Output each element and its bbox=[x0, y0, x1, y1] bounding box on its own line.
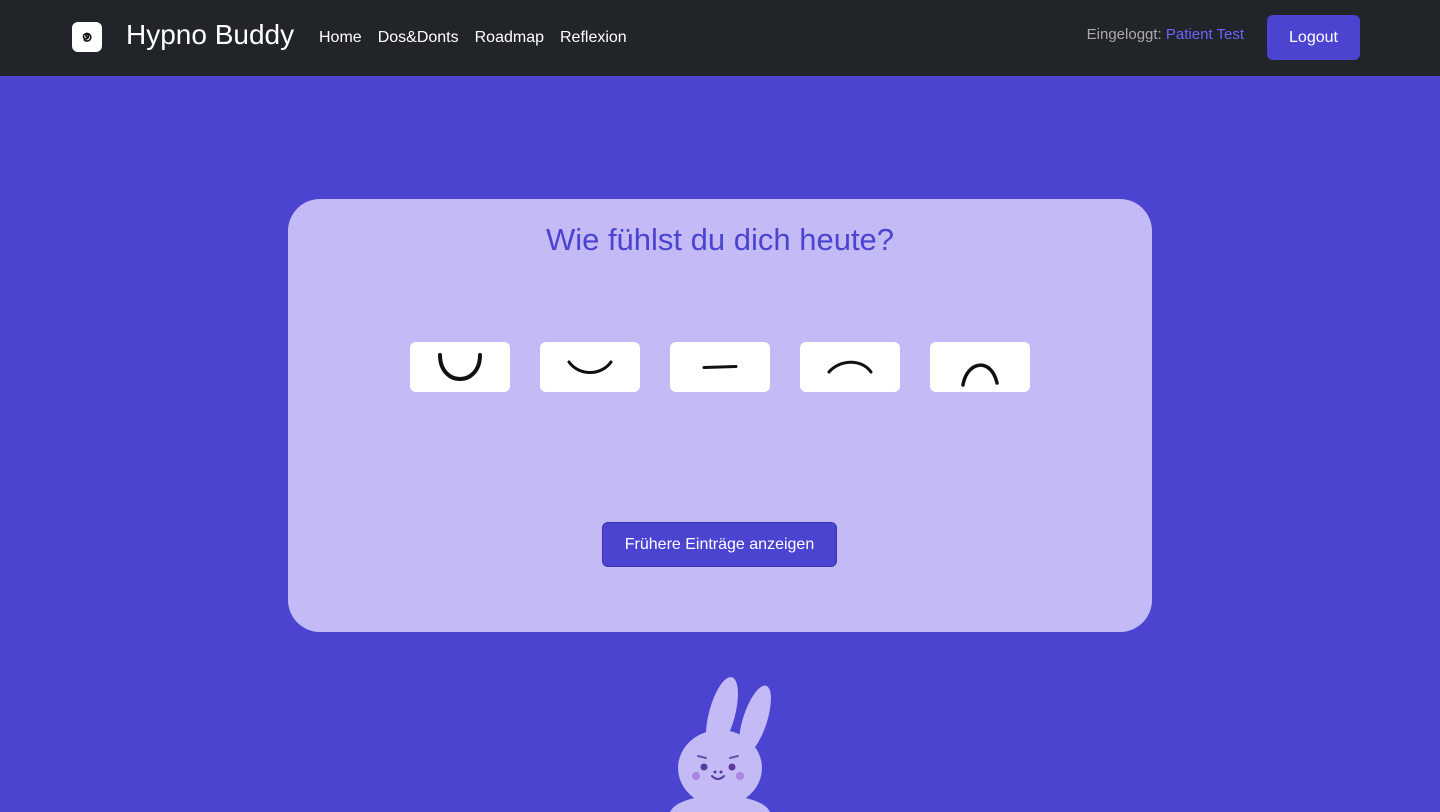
mood-happy-button[interactable] bbox=[540, 342, 640, 392]
bunny-mascot bbox=[660, 672, 780, 812]
logout-button[interactable]: Logout bbox=[1267, 15, 1360, 60]
mood-sad-button[interactable] bbox=[800, 342, 900, 392]
spiral-icon bbox=[82, 32, 92, 42]
mood-neutral-button[interactable] bbox=[670, 342, 770, 392]
nav-link-roadmap[interactable]: Roadmap bbox=[475, 28, 544, 48]
bunny-icon bbox=[670, 677, 771, 812]
very-sad-mouth-icon bbox=[961, 363, 999, 387]
login-user: Patient Test bbox=[1165, 26, 1244, 43]
mood-options bbox=[410, 342, 1030, 392]
happy-mouth-icon bbox=[567, 360, 613, 374]
nav-links: Home Dos&Donts Roadmap Reflexion bbox=[319, 28, 643, 48]
very-happy-mouth-icon bbox=[438, 353, 482, 381]
mood-question-title: Wie fühlst du dich heute? bbox=[545, 222, 895, 257]
brand-title[interactable]: Hypno Buddy bbox=[126, 17, 294, 53]
nav-link-reflexion[interactable]: Reflexion bbox=[560, 28, 627, 48]
login-info: Eingeloggt: Patient Test bbox=[1087, 26, 1244, 44]
neutral-mouth-icon bbox=[702, 365, 738, 369]
nav-link-home[interactable]: Home bbox=[319, 28, 362, 48]
mood-card: Wie fühlst du dich heute? Frühere Einträ… bbox=[288, 199, 1152, 632]
show-entries-button[interactable]: Frühere Einträge anzeigen bbox=[602, 522, 837, 567]
sad-mouth-icon bbox=[827, 360, 873, 374]
nav-link-dos-donts[interactable]: Dos&Donts bbox=[378, 28, 459, 48]
login-label: Eingeloggt: bbox=[1086, 26, 1166, 43]
navbar: Hypno Buddy Home Dos&Donts Roadmap Refle… bbox=[0, 0, 1440, 76]
mood-very-sad-button[interactable] bbox=[930, 342, 1030, 392]
logo[interactable] bbox=[72, 22, 102, 52]
mood-very-happy-button[interactable] bbox=[410, 342, 510, 392]
